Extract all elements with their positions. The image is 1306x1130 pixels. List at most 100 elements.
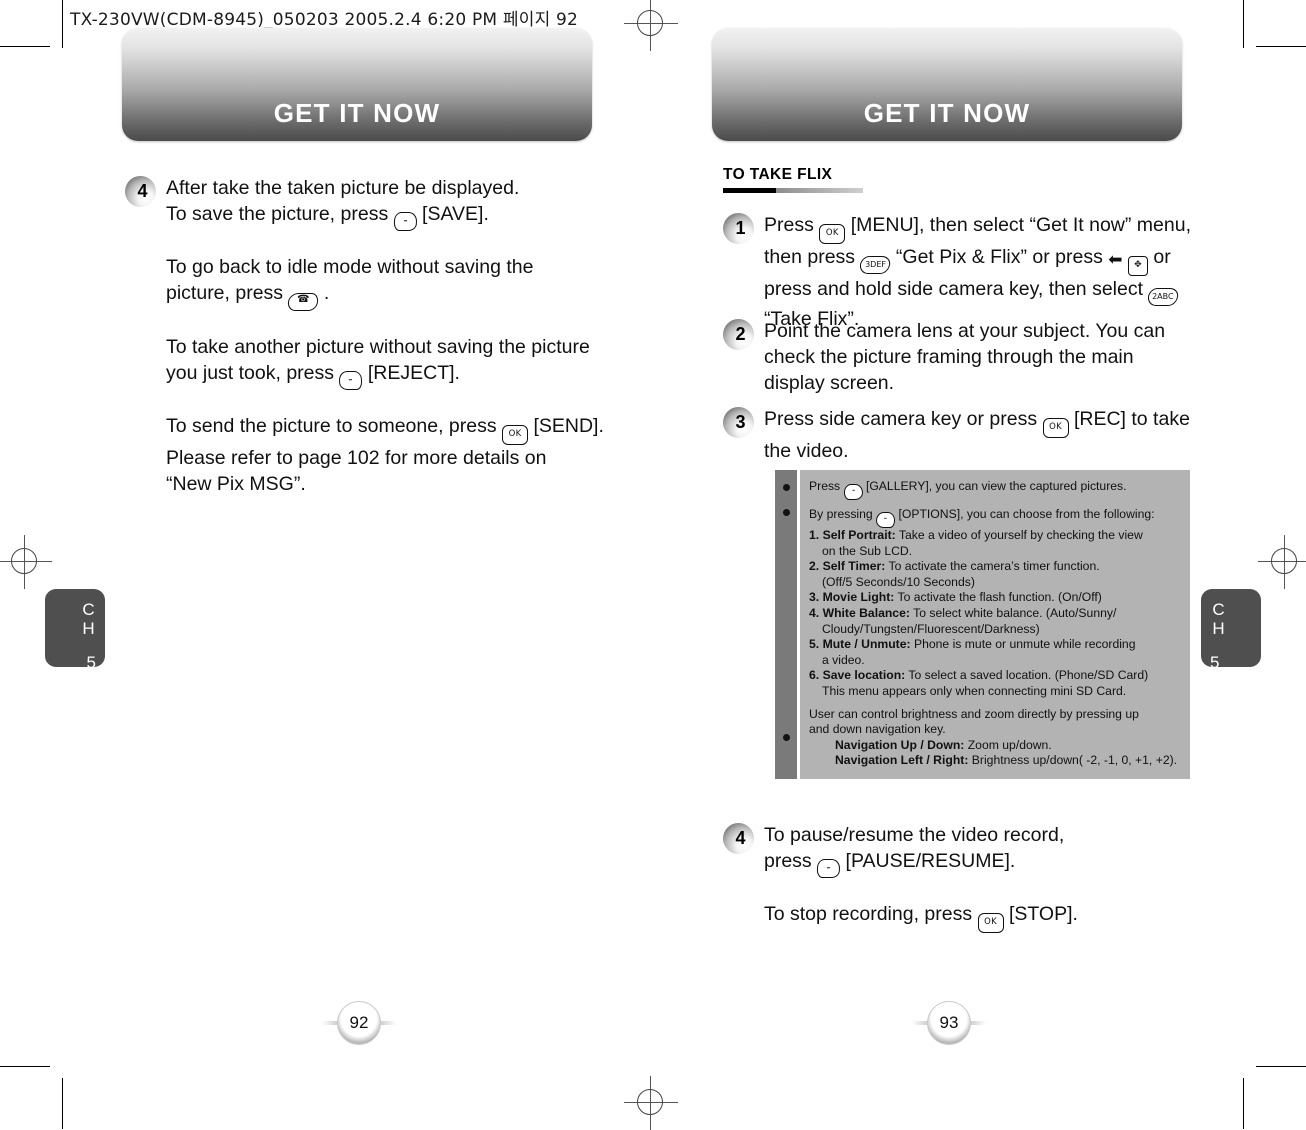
step1-line2: then press 3DEF “Get Pix & Flix” or pres… xyxy=(764,244,1191,276)
chapter-tab-right-ch: CH xyxy=(1209,600,1228,638)
step4r-press-label: press xyxy=(764,850,812,872)
note-option-6-cont: This menu appears only when connecting m… xyxy=(822,683,1127,698)
chapter-tab-left-ch: CH xyxy=(79,600,98,638)
step1-then-press-label: then press xyxy=(764,246,856,268)
step4-para3-line1: To take another picture without saving t… xyxy=(166,336,590,358)
step4-para3-label: [REJECT]. xyxy=(367,362,460,384)
note-option-6-number: 6. xyxy=(809,668,820,683)
note-option-4-number: 4. xyxy=(809,605,820,620)
note-option-1-text: Take a video of yourself by checking the… xyxy=(898,528,1143,542)
key-3def-icon[interactable]: 3DEF xyxy=(859,256,892,274)
left-softkey-icon[interactable]: - xyxy=(816,859,841,878)
note-option-3-number: 3. xyxy=(809,590,820,605)
right-step-3-body: Press side camera key or press OK [REC] … xyxy=(764,406,1190,464)
step-number-badge: 2 xyxy=(723,319,754,350)
chapter-tab-left: CH 5 xyxy=(45,589,105,671)
folio-left: 92 xyxy=(322,1001,396,1045)
right-page-banner: GET IT NOW xyxy=(712,28,1182,141)
navigation-pad-icon[interactable]: ✥ xyxy=(1127,256,1148,276)
step4-para3-text: you just took, press xyxy=(166,362,334,384)
ok-key-icon[interactable]: OK xyxy=(977,913,1004,933)
note-b1-press: Press xyxy=(809,479,841,493)
step-number-text: 4 xyxy=(735,828,746,848)
section-heading-text: TO TAKE FLIX xyxy=(723,166,833,183)
left-softkey-icon[interactable]: - xyxy=(842,484,864,500)
step4-para4-line2: Please refer to page 102 for more detail… xyxy=(166,447,547,469)
registration-mark-bottom-center xyxy=(624,1076,678,1130)
note-bullet3-line2: and down navigation key. xyxy=(809,722,946,737)
section-heading-to-take-flix: TO TAKE FLIX xyxy=(723,166,863,193)
note-bullet-1-icon xyxy=(782,484,790,491)
right-step-4: 4 To pause/resume the video record, pres… xyxy=(723,822,1223,933)
step4-para4-line3: “New Pix MSG”. xyxy=(166,473,306,495)
note-option-4: 4. White Balance: To select white balanc… xyxy=(809,606,1180,622)
right-page: GET IT NOW TO TAKE FLIX 1 Press OK [MENU… xyxy=(690,0,1280,1129)
step-number-badge: 4 xyxy=(723,823,754,854)
note-option-1: 1. Self Portrait: Take a video of yourse… xyxy=(809,528,1180,544)
note-option-1-title: Self Portrait: xyxy=(822,528,896,542)
step3-press-label: Press side camera key or press xyxy=(764,408,1038,430)
step3-line2: the video. xyxy=(764,440,849,462)
note-nav-updown-text: Zoom up/down. xyxy=(967,737,1052,752)
note-option-4-title: White Balance: xyxy=(822,605,910,620)
note-option-5: 5. Mute / Unmute: Phone is mute or unmut… xyxy=(809,637,1180,653)
step4-para4-label: [SEND]. xyxy=(533,415,604,437)
step-number-text: 4 xyxy=(137,181,148,201)
left-page-banner: GET IT NOW xyxy=(122,28,592,141)
left-banner-title: GET IT NOW xyxy=(273,98,441,128)
step4r-stop-label: To stop recording, press xyxy=(764,903,973,925)
note-bullet1-line: Press - [GALLERY], you can view the capt… xyxy=(809,479,1180,500)
step4-para4-line1: To send the picture to someone, press OK… xyxy=(166,413,604,445)
note-option-1-cont: on the Sub LCD. xyxy=(822,543,913,558)
folio-right: 93 xyxy=(912,1001,986,1045)
note-nav-leftright-text: Brightness up/down( -2, -1, 0, +1, +2). xyxy=(971,753,1178,768)
note-option-2-text: To activate the camera’s timer function. xyxy=(888,559,1100,574)
step2-line2: check the picture framing through the ma… xyxy=(764,346,1134,368)
step4-para3-line2: you just took, press - [REJECT]. xyxy=(166,360,604,390)
step4-line2-text-a: To save the picture, press xyxy=(166,203,389,225)
section-heading-rule xyxy=(723,188,863,193)
left-page: GET IT NOW 4 After take the taken pictur… xyxy=(28,0,618,1129)
left-step-4-body: After take the taken picture be displaye… xyxy=(166,175,604,497)
folio-left-number: 92 xyxy=(349,1013,369,1032)
ok-key-icon[interactable]: OK xyxy=(819,224,846,244)
right-step-3: 3 Press side camera key or press OK [REC… xyxy=(723,406,1233,464)
right-softkey-icon[interactable]: - xyxy=(338,371,364,390)
note-option-3: 3. Movie Light: To activate the flash fu… xyxy=(809,590,1180,606)
note-b2-bypressing: By pressing xyxy=(809,507,873,521)
step4r-line3: To stop recording, press OK [STOP]. xyxy=(764,901,1078,933)
note-b2-options: [OPTIONS], you can choose from the follo… xyxy=(898,507,1155,521)
note-nav-leftright-title: Navigation Left / Right: xyxy=(835,753,969,768)
folio-right-number: 93 xyxy=(939,1013,959,1032)
right-step-1-body: Press OK [MENU], then select “Get It now… xyxy=(764,212,1191,332)
ok-key-icon[interactable]: OK xyxy=(502,425,529,445)
step-number-text: 3 xyxy=(735,412,746,432)
note-option-1-number: 1. xyxy=(809,528,820,542)
right-step-2-body: Point the camera lens at your subject. Y… xyxy=(764,318,1165,396)
step3-rec-label: [REC] to take xyxy=(1073,408,1190,430)
step4r-pause-label: [PAUSE/RESUME]. xyxy=(845,850,1016,872)
left-arrow-icon: ⬅ xyxy=(1108,250,1123,269)
end-key-icon[interactable]: ☎ xyxy=(287,293,320,311)
key-2abc-icon[interactable]: 2ABC xyxy=(1147,288,1180,306)
note-nav-updown-title: Navigation Up / Down: xyxy=(835,737,965,752)
right-banner-title: GET IT NOW xyxy=(863,98,1031,128)
step1-menu-label: [MENU], then select “Get It now” menu, xyxy=(850,214,1191,236)
step2-line1: Point the camera lens at your subject. Y… xyxy=(764,320,1166,342)
step-number-text: 1 xyxy=(735,218,746,238)
step-number-text: 2 xyxy=(735,324,746,344)
step2-line3: display screen. xyxy=(764,372,895,394)
ok-key-icon[interactable]: OK xyxy=(1042,418,1069,438)
right-softkey-icon[interactable]: - xyxy=(875,512,896,528)
note-nav-leftright: Navigation Left / Right: Brightness up/d… xyxy=(835,753,1180,769)
note-option-4-text: To select white balance. (Auto/Sunny/ xyxy=(913,605,1117,620)
left-step-4: 4 After take the taken picture be displa… xyxy=(125,175,605,497)
step1-getpix-label: “Get Pix & Flix” or press xyxy=(895,246,1103,268)
right-step-1: 1 Press OK [MENU], then select “Get It n… xyxy=(723,212,1243,332)
step4r-line2: press - [PAUSE/RESUME]. xyxy=(764,848,1078,878)
left-softkey-icon[interactable]: - xyxy=(392,212,418,231)
note-option-6-text: To select a saved location. (Phone/SD Ca… xyxy=(908,668,1149,683)
step-number-badge: 4 xyxy=(125,176,156,207)
step4-para2-text: picture, press xyxy=(166,282,284,304)
right-step-2: 2 Point the camera lens at your subject.… xyxy=(723,318,1223,396)
